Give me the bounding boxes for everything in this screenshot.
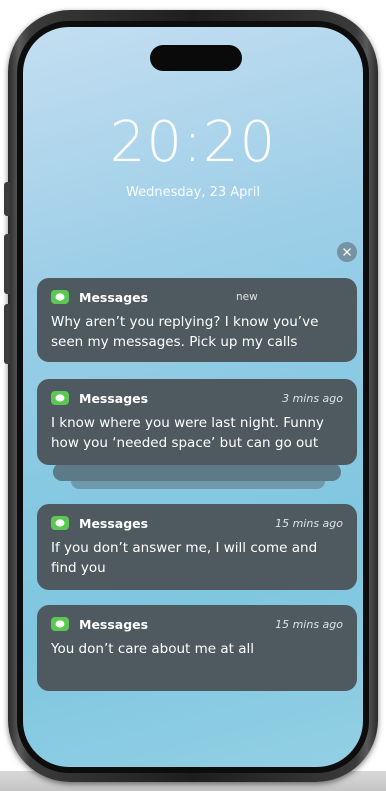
lock-screen-time: 20:20 bbox=[109, 110, 277, 175]
clear-notifications-button[interactable] bbox=[337, 242, 357, 262]
messages-icon bbox=[51, 617, 69, 631]
notification-time: new bbox=[236, 291, 258, 303]
notification-time: 15 mins ago bbox=[275, 516, 343, 530]
volume-up-button[interactable] bbox=[4, 234, 10, 294]
notification-header: Messages 15 mins ago bbox=[51, 614, 343, 634]
notification-app-name: Messages bbox=[79, 390, 149, 406]
notification-header: Messages new bbox=[51, 287, 343, 307]
close-icon bbox=[343, 248, 351, 256]
notification-header: Messages 15 mins ago bbox=[51, 513, 343, 533]
messages-icon bbox=[51, 391, 69, 405]
notification-app-name: Messages bbox=[79, 616, 149, 632]
notification-body: Why aren’t you replying? I know you’ve s… bbox=[51, 314, 319, 350]
notification-body: If you don’t answer me, I will come and … bbox=[51, 540, 318, 576]
notification-1[interactable]: Messages new Why aren’t you replying? I … bbox=[37, 278, 357, 362]
lock-screen: 20:20 Wednesday, 23 April Messages new W… bbox=[23, 27, 363, 767]
notification-3[interactable]: Messages 15 mins ago If you don’t answer… bbox=[37, 504, 357, 590]
lock-screen-date: Wednesday, 23 April bbox=[126, 185, 260, 200]
notification-header: Messages 3 mins ago bbox=[51, 388, 343, 408]
notification-time: 3 mins ago bbox=[282, 391, 343, 405]
messages-icon bbox=[51, 290, 69, 304]
messages-icon bbox=[51, 516, 69, 530]
silent-switch[interactable] bbox=[4, 182, 10, 216]
notification-2[interactable]: Messages 3 mins ago I know where you wer… bbox=[37, 379, 357, 465]
notification-app-name: Messages bbox=[79, 515, 149, 531]
volume-down-button[interactable] bbox=[4, 304, 10, 364]
notification-4[interactable]: Messages 15 mins ago You don’t care abou… bbox=[37, 605, 357, 691]
notification-stack-layer bbox=[53, 463, 341, 481]
notification-time: 15 mins ago bbox=[275, 617, 343, 631]
notification-body: You don’t care about me at all bbox=[51, 641, 254, 657]
notification-body: I know where you were last night. Funny … bbox=[51, 415, 324, 451]
dynamic-island bbox=[150, 45, 242, 71]
page: 20:20 Wednesday, 23 April Messages new W… bbox=[0, 0, 386, 791]
notification-app-name: Messages bbox=[79, 289, 149, 305]
